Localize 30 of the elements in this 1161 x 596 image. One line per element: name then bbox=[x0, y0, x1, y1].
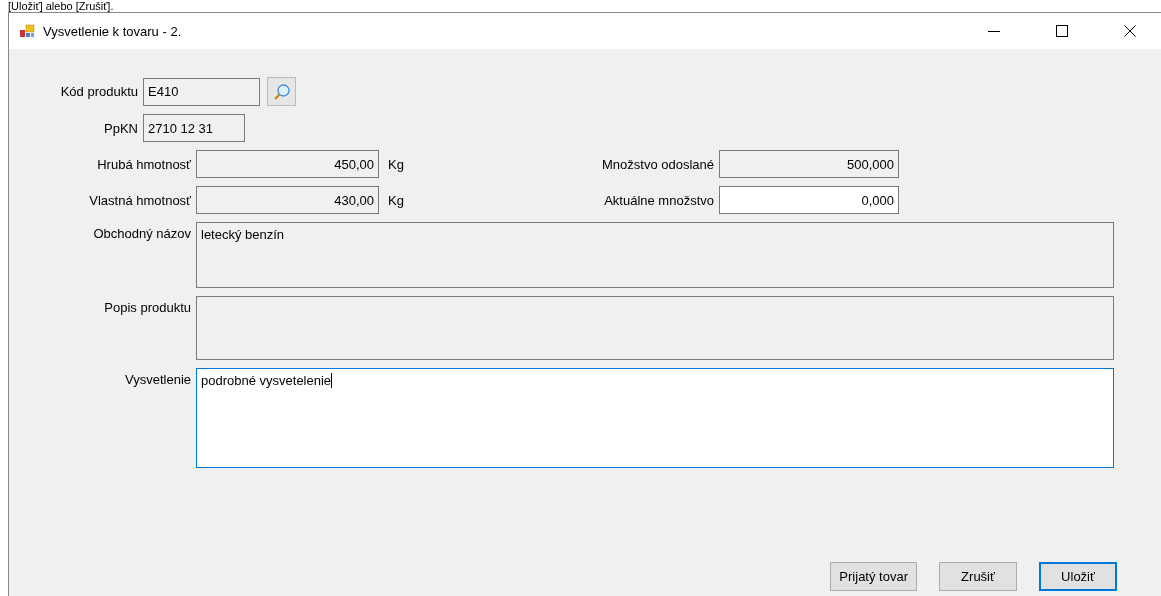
product-code-field: E410 bbox=[143, 77, 260, 106]
dialog-button[interactable]: Uložiť bbox=[1039, 562, 1117, 591]
search-icon bbox=[272, 82, 291, 101]
app-icon bbox=[19, 23, 35, 39]
trade-name-field: letecký benzín bbox=[196, 222, 1114, 288]
dialog-button[interactable]: Prijatý tovar bbox=[830, 562, 917, 591]
field-label: Obchodný názov bbox=[92, 225, 191, 241]
unit-label: Kg bbox=[388, 192, 405, 208]
field-label: Popis produktu bbox=[103, 299, 191, 315]
quantity-field[interactable]: 0,000 bbox=[719, 186, 899, 214]
field-label: Aktuálne množstvo bbox=[603, 192, 714, 208]
field-label: Hrubá hmotnosť bbox=[96, 156, 191, 172]
field-label: PpKN bbox=[103, 120, 138, 136]
search-button[interactable] bbox=[267, 77, 296, 106]
quantity-field: 500,000 bbox=[719, 150, 899, 178]
window-title: Vysvetlenie k tovaru - 2. bbox=[43, 23, 182, 39]
dialog-button[interactable]: Zrušiť bbox=[939, 562, 1017, 591]
unit-label: Kg bbox=[388, 156, 405, 172]
weight-field: 430,00 bbox=[196, 186, 379, 214]
field-label: Vysvetlenie bbox=[124, 371, 191, 387]
explanation-field[interactable]: podrobné vysvetelenie bbox=[196, 368, 1114, 468]
field-label: Kód produktu bbox=[59, 84, 138, 99]
field-label: Množstvo odoslané bbox=[601, 156, 714, 172]
ppkn-field: 2710 12 31 bbox=[143, 114, 245, 142]
maximize-icon bbox=[1056, 25, 1068, 37]
close-icon bbox=[1124, 25, 1136, 37]
text-cursor bbox=[331, 373, 333, 388]
weight-field: 450,00 bbox=[196, 150, 379, 178]
field-label: Vlastná hmotnosť bbox=[88, 192, 191, 208]
caption-text: [Uložiť] alebo [Zrušiť]. bbox=[8, 0, 114, 12]
